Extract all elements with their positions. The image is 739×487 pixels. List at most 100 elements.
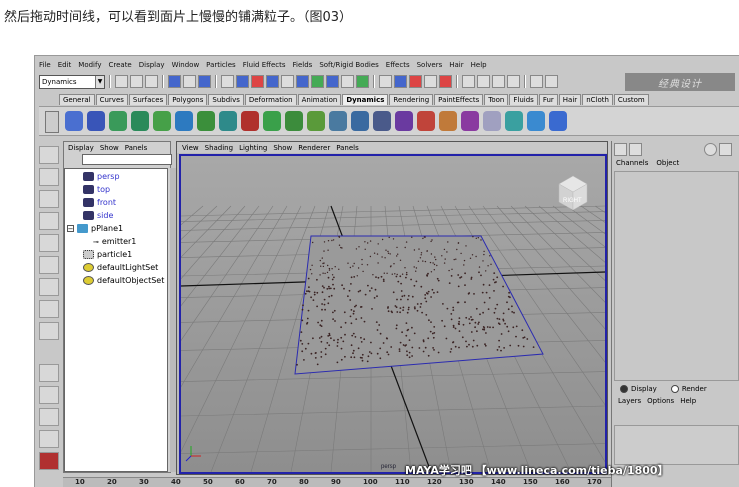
shelf-menu-button[interactable] [45,111,59,133]
time-slider[interactable]: 10 20 30 40 50 60 70 80 90 100 110 120 130 140 150 160 1… [63,477,611,487]
menu-solvers[interactable]: Solvers [417,61,443,69]
select-object-icon[interactable] [183,75,196,88]
mode-select[interactable]: Dynamics ▼ [39,74,105,89]
select-tool-icon[interactable] [39,146,59,164]
menu-create[interactable]: Create [108,61,131,69]
tab-polygons[interactable]: Polygons [168,94,208,105]
lasso-tool-icon[interactable] [39,168,59,186]
tab-subdivs[interactable]: Subdivs [208,94,244,105]
new-scene-icon[interactable] [115,75,128,88]
tab-fluids[interactable]: Fluids [509,94,538,105]
single-pane-icon[interactable] [39,364,59,382]
select-hierarchy-icon[interactable] [168,75,181,88]
menu-effects[interactable]: Effects [386,61,410,69]
gravity-field-icon[interactable] [197,111,215,131]
toggle-panel-icon[interactable] [545,75,558,88]
fire-icon[interactable] [417,111,435,131]
menu-particles[interactable]: Particles [206,61,236,69]
menu-soft-rigid-bodies[interactable]: Soft/Rigid Bodies [319,61,378,69]
smoke-icon[interactable] [439,111,457,131]
open-scene-icon[interactable] [130,75,143,88]
surface-flow-icon[interactable] [549,111,567,131]
mask-surfaces-icon[interactable] [281,75,294,88]
snap-grid-icon[interactable] [379,75,392,88]
passive-body-icon[interactable] [373,111,391,131]
mask-joints-icon[interactable] [251,75,264,88]
snap-curve-icon[interactable] [394,75,407,88]
newton-field-icon[interactable] [219,111,237,131]
curve-flow-icon[interactable] [527,111,545,131]
four-pane-icon[interactable] [39,386,59,404]
shatter-icon[interactable] [505,111,523,131]
layer-menu-layers[interactable]: Layers [618,397,641,405]
mask-icon[interactable] [221,75,234,88]
list-item[interactable]: defaultObjectSet [83,276,164,285]
volume-axis-icon[interactable] [329,111,347,131]
list-item[interactable]: front [83,198,116,207]
list-item[interactable]: ⊸ emitter1 [93,237,136,246]
viewport-canvas[interactable]: RIGHT persp [35,154,739,474]
menu-window[interactable]: Window [172,61,200,69]
mask-dynamics-icon[interactable] [311,75,324,88]
list-item[interactable]: side [83,211,113,220]
goal-icon[interactable] [131,111,149,131]
scale-tool-icon[interactable] [39,256,59,274]
menu-modify[interactable]: Modify [78,61,101,69]
rotate-tool-icon[interactable] [39,234,59,252]
menu-fields[interactable]: Fields [293,61,313,69]
lightning-icon[interactable] [483,111,501,131]
outliner-menu-panels[interactable]: Panels [125,144,148,152]
radio-display[interactable]: Display [620,385,657,393]
viewport-menu-show[interactable]: Show [273,144,292,152]
sphere-icon[interactable] [704,143,717,156]
snap-view-icon[interactable] [424,75,437,88]
menu-help[interactable]: Help [471,61,487,69]
viewport-menu-lighting[interactable]: Lighting [239,144,267,152]
tab-rendering[interactable]: Rendering [389,94,434,105]
tab-toon[interactable]: Toon [484,94,509,105]
tab-general[interactable]: General [59,94,95,105]
radio-render[interactable]: Render [671,385,707,393]
tab-deformation[interactable]: Deformation [244,94,297,105]
list-item[interactable]: persp [83,172,120,181]
tab-ncloth[interactable]: nCloth [582,94,613,105]
input-field-icon[interactable] [530,75,543,88]
list-item[interactable]: top [83,185,110,194]
vortex-field-icon[interactable] [307,111,325,131]
fireworks-icon[interactable] [461,111,479,131]
turbulence-field-icon[interactable] [263,111,281,131]
lock-selection-icon[interactable] [356,75,369,88]
menu-edit[interactable]: Edit [58,61,72,69]
viewport-menu-view[interactable]: View [182,144,199,152]
list-item[interactable]: defaultLightSet [83,263,158,272]
tab-hair[interactable]: Hair [558,94,582,105]
viewport-menu-panels[interactable]: Panels [336,144,359,152]
viewport-menu-shading[interactable]: Shading [205,144,233,152]
outliner-persp-icon[interactable] [39,430,59,448]
manipulator-icon[interactable] [39,278,59,296]
radial-field-icon[interactable] [241,111,259,131]
two-pane-icon[interactable] [39,408,59,426]
viewport-menu-renderer[interactable]: Renderer [298,144,330,152]
move-tool-icon[interactable] [39,212,59,230]
tab-custom[interactable]: Custom [613,94,649,105]
tab-dynamics[interactable]: Dynamics [342,94,389,105]
layer-editor-icon[interactable] [719,143,732,156]
layer-menu-help[interactable]: Help [680,397,696,405]
select-component-icon[interactable] [198,75,211,88]
mask-deformations-icon[interactable] [296,75,309,88]
air-field-icon[interactable] [153,111,171,131]
tab-animation[interactable]: Animation [297,94,342,105]
attribute-editor-icon[interactable] [629,143,642,156]
list-item[interactable]: particle1 [83,250,132,259]
list-item[interactable]: − pPlane1 [67,224,123,233]
outliner-menu-show[interactable]: Show [100,144,119,152]
render-settings-icon[interactable] [507,75,520,88]
mask-curves-icon[interactable] [266,75,279,88]
render-frame-icon[interactable] [477,75,490,88]
history-icon[interactable] [462,75,475,88]
tab-object[interactable]: Object [656,159,679,167]
menu-display[interactable]: Display [139,61,165,69]
outliner-search-input[interactable] [82,154,172,165]
constraint-icon[interactable] [395,111,413,131]
